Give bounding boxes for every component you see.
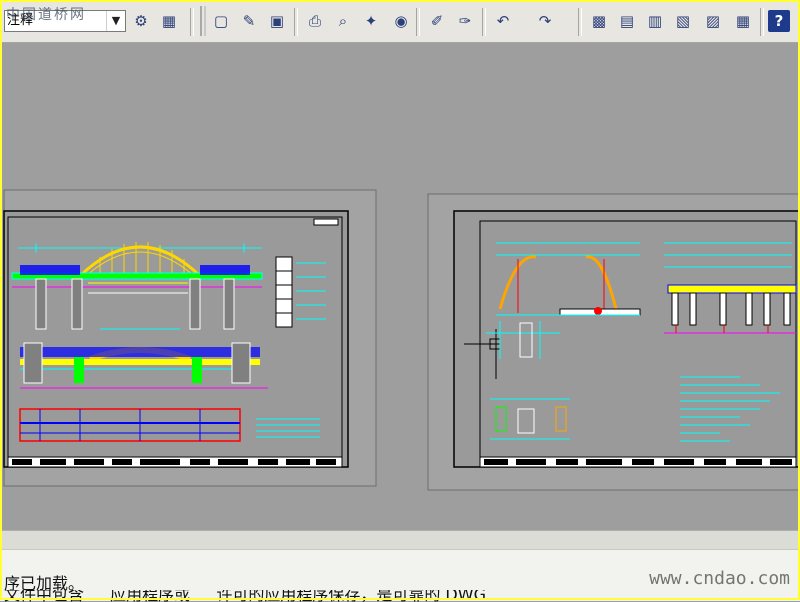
window-highlight-frame (0, 0, 800, 600)
